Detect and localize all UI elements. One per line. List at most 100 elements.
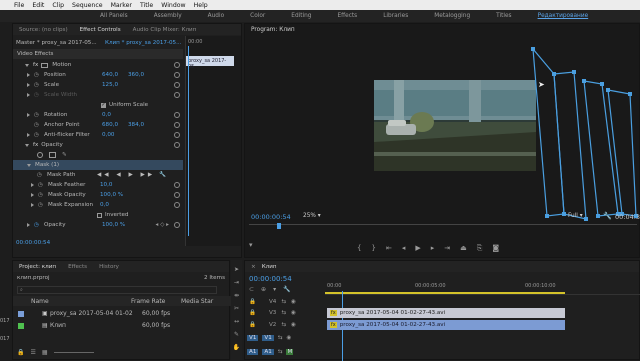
workspace-titles[interactable]: Titles xyxy=(483,13,524,19)
sync-lock-icon[interactable]: ⇆ xyxy=(278,335,283,341)
lock-icon[interactable]: 🔒 xyxy=(17,349,24,356)
slip-tool-icon[interactable]: ↔ xyxy=(234,318,239,325)
stopwatch-icon[interactable]: ◷ xyxy=(34,122,44,128)
ripple-edit-icon[interactable]: ⇹ xyxy=(234,292,239,299)
sync-lock-icon[interactable]: ⇆ xyxy=(278,349,283,355)
col-name[interactable]: Name xyxy=(31,298,131,305)
stopwatch-icon[interactable]: ◷ xyxy=(34,222,44,228)
mask-expansion-value[interactable]: 0,0 xyxy=(100,202,109,208)
track-target-v1[interactable]: V1 xyxy=(262,335,274,341)
tab-source[interactable]: Source: (no clips) xyxy=(13,27,74,33)
workspace-editing-ru[interactable]: Редактирование xyxy=(525,13,602,19)
camera-icon[interactable]: ◙ xyxy=(492,244,499,253)
expand-icon[interactable] xyxy=(27,223,30,227)
razor-tool-icon[interactable]: ✂ xyxy=(234,305,239,312)
go-to-out-icon[interactable]: ⇥ xyxy=(444,244,450,253)
mark-out-icon[interactable]: } xyxy=(371,244,375,253)
menu-title[interactable]: Title xyxy=(140,2,153,9)
menu-sequence[interactable]: Sequence xyxy=(72,2,103,9)
pen-tool-icon[interactable]: ✎ xyxy=(234,331,239,338)
menu-edit[interactable]: Edit xyxy=(32,2,44,9)
add-marker-icon[interactable]: ▾ xyxy=(273,286,276,293)
go-to-in-icon[interactable]: ⇤ xyxy=(386,244,392,253)
reset-icon[interactable] xyxy=(174,112,180,118)
stopwatch-icon[interactable]: ◷ xyxy=(38,192,48,198)
eye-icon[interactable]: ◉ xyxy=(291,299,296,305)
expand-icon[interactable] xyxy=(25,63,29,67)
stopwatch-icon[interactable]: ◷ xyxy=(34,82,44,88)
track-header-a1[interactable]: A1 A1 ⇆ M xyxy=(245,347,325,357)
motion-row[interactable]: fx Motion xyxy=(13,60,183,70)
program-title[interactable]: Program: Клип xyxy=(251,27,295,33)
project-row[interactable]: ▤ Клип 60,00 fps xyxy=(13,320,231,331)
track-target-a1[interactable]: A1 xyxy=(262,349,274,355)
position-y-value[interactable]: 360,0 xyxy=(128,72,144,78)
clip-label[interactable]: Клип * proxy_sa 2017-05... xyxy=(105,38,181,48)
expand-icon[interactable] xyxy=(27,133,30,137)
snap-icon[interactable]: ⊂ xyxy=(249,286,254,293)
wrench-icon[interactable]: 🔧 xyxy=(603,212,612,220)
source-patch-v1[interactable]: V1 xyxy=(247,335,259,341)
timeline-timecode[interactable]: 00:00:00:54 xyxy=(249,275,292,283)
zoom-select[interactable]: 25% ▾ xyxy=(303,213,321,219)
track-header-v3[interactable]: 🔒 V3 ⇆ ◉ xyxy=(245,308,325,318)
rotation-value[interactable]: 0,0 xyxy=(102,112,111,118)
effect-mini-timeline[interactable]: 00:00 proxy_sa 2017-05 xyxy=(185,36,241,246)
track-header-v4[interactable]: 🔒 V4 ⇆ ◉ xyxy=(245,297,325,307)
expand-icon[interactable] xyxy=(27,163,31,167)
video-frame[interactable] xyxy=(374,80,536,171)
tab-effect-controls[interactable]: Effect Controls xyxy=(74,27,127,33)
sync-lock-icon[interactable]: ⇆ xyxy=(281,299,286,305)
workspace-metalogging[interactable]: Metalogging xyxy=(421,13,483,19)
mask-feather-value[interactable]: 10,0 xyxy=(100,182,112,188)
opacity-header-row[interactable]: fx Opacity xyxy=(13,140,183,150)
anti-flicker-value[interactable]: 0,00 xyxy=(102,132,114,138)
menu-help[interactable]: Help xyxy=(194,2,208,9)
position-x-value[interactable]: 640,0 xyxy=(102,72,128,78)
workspace-color[interactable]: Color xyxy=(237,13,278,19)
anchor-y-value[interactable]: 384,0 xyxy=(128,122,144,128)
project-row[interactable]: ▣ proxy_sa 2017-05-04 01-02 60,00 fps xyxy=(13,308,231,319)
reset-icon[interactable] xyxy=(174,62,180,68)
tab-audio-clip-mixer[interactable]: Audio Clip Mixer: Клип xyxy=(127,27,203,33)
keyframe-nav-icon[interactable]: ◂ ◇ ▸ xyxy=(156,222,169,228)
expand-icon[interactable] xyxy=(27,83,30,87)
opacity-value[interactable]: 100,0 % xyxy=(102,222,125,228)
step-forward-icon[interactable]: ▸ xyxy=(431,244,435,253)
effect-timecode[interactable]: 00:00:00:54 xyxy=(13,238,50,248)
linked-selection-icon[interactable]: ⊕ xyxy=(261,286,266,293)
reset-icon[interactable] xyxy=(174,82,180,88)
ellipse-mask-icon[interactable] xyxy=(37,152,43,158)
step-back-icon[interactable]: ◂ xyxy=(402,244,406,253)
project-search-input[interactable]: ⌕ xyxy=(17,286,217,294)
sync-lock-icon[interactable]: ⇆ xyxy=(281,322,286,328)
col-frame-rate[interactable]: Frame Rate xyxy=(131,298,181,305)
stopwatch-icon[interactable]: ◷ xyxy=(37,172,47,178)
expand-icon[interactable] xyxy=(31,203,34,207)
track-select-icon[interactable]: ⇥ xyxy=(234,279,239,286)
program-timecode[interactable]: 00:00:00:54 xyxy=(251,213,291,221)
quality-select[interactable]: Full ▾ xyxy=(568,213,583,219)
reset-icon[interactable] xyxy=(174,142,180,148)
mask-track-controls[interactable]: ◀◀ ◀ ▶ ▶▶ xyxy=(97,172,155,178)
tab-sequence[interactable]: Клип xyxy=(262,264,283,270)
menu-file[interactable]: File xyxy=(14,2,24,9)
stopwatch-icon[interactable]: ◷ xyxy=(34,132,44,138)
reset-icon[interactable] xyxy=(174,222,180,228)
expand-icon[interactable] xyxy=(31,183,34,187)
expand-icon[interactable] xyxy=(31,193,34,197)
program-playhead[interactable] xyxy=(277,223,281,229)
reset-icon[interactable] xyxy=(174,72,180,78)
reset-icon[interactable] xyxy=(174,192,180,198)
program-scrubber[interactable] xyxy=(249,223,637,230)
menu-marker[interactable]: Marker xyxy=(111,2,132,9)
lift-icon[interactable]: ⏏ xyxy=(460,244,467,253)
rectangle-mask-icon[interactable] xyxy=(49,152,56,158)
uniform-scale-checkbox[interactable]: ✓ xyxy=(101,102,106,108)
reset-icon[interactable] xyxy=(174,122,180,128)
menu-clip[interactable]: Clip xyxy=(52,2,64,9)
pen-mask-icon[interactable]: ✎ xyxy=(62,152,67,158)
tab-history[interactable]: History xyxy=(93,264,125,270)
mask-row[interactable]: Mask (1) xyxy=(13,160,183,170)
close-icon[interactable]: × xyxy=(245,264,262,270)
